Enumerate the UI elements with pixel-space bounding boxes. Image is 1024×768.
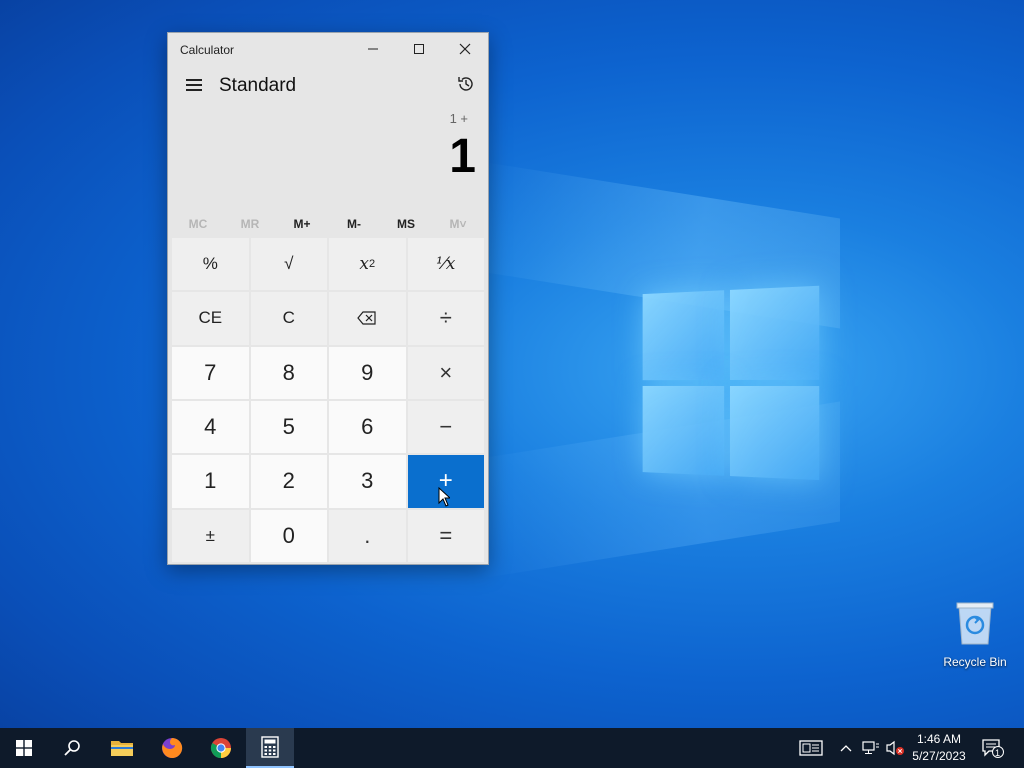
memory-store-button[interactable]: MS <box>380 211 432 237</box>
notifications-button[interactable]: 1 <box>978 728 1008 768</box>
digit-6-button[interactable]: 6 <box>329 400 406 454</box>
windows-start-icon <box>16 740 32 756</box>
folder-icon <box>111 741 133 756</box>
backspace-icon <box>357 311 376 326</box>
digit-3-button[interactable]: 3 <box>329 455 406 508</box>
calculator-icon <box>261 736 279 758</box>
maximize-button[interactable] <box>396 33 442 65</box>
history-button[interactable] <box>452 70 480 98</box>
clear-entry-button[interactable]: CE <box>172 292 249 345</box>
volume-button[interactable] <box>884 728 906 768</box>
digit-7-button[interactable]: 7 <box>172 346 249 399</box>
recycle-bin-label: Recycle Bin <box>943 655 1007 669</box>
minus-button[interactable]: − <box>407 400 484 454</box>
history-icon <box>458 77 473 91</box>
percent-button[interactable]: % <box>172 238 249 291</box>
volume-muted-icon <box>886 740 904 756</box>
show-hidden-icons-button[interactable] <box>836 728 856 768</box>
square-button[interactable]: x2 <box>329 238 406 291</box>
square-exponent: 2 <box>368 258 376 271</box>
decimal-button[interactable]: . <box>329 509 406 562</box>
digit-9-button[interactable]: 9 <box>329 346 406 399</box>
digit-2-button[interactable]: 2 <box>250 455 327 508</box>
digit-0-button[interactable]: 0 <box>250 509 327 562</box>
calculator-header: Standard <box>168 65 488 105</box>
file-explorer-button[interactable] <box>98 728 146 768</box>
search-icon <box>64 740 80 756</box>
close-button[interactable] <box>442 33 488 65</box>
multiply-button[interactable]: × <box>407 346 484 399</box>
result-display: 1 <box>449 130 476 183</box>
maximize-icon <box>414 44 424 54</box>
memory-clear-button[interactable]: MC <box>172 211 224 237</box>
digit-8-button[interactable]: 8 <box>250 346 327 399</box>
square-base: x <box>359 254 369 275</box>
memory-add-button[interactable]: M+ <box>276 211 328 237</box>
negate-button[interactable]: ± <box>172 509 249 562</box>
notification-count-badge: 1 <box>995 748 1001 758</box>
window-title: Calculator <box>180 43 235 57</box>
start-button[interactable] <box>0 728 48 768</box>
recycle-bin[interactable]: Recycle Bin <box>940 600 1010 669</box>
taskbar: 1:46 AM 5/27/2023 1 <box>0 728 1024 768</box>
clear-button[interactable]: C <box>250 292 327 345</box>
expression-display: 1 + <box>449 111 468 126</box>
chrome-button[interactable] <box>197 728 245 768</box>
firefox-icon <box>162 737 183 758</box>
windows-logo-wallpaper <box>642 285 824 485</box>
memory-row: MC MR M+ M- MS M˅ <box>172 211 484 237</box>
clock-date: 5/27/2023 <box>912 749 966 763</box>
divide-button[interactable]: ÷ <box>407 292 484 345</box>
network-icon <box>862 741 879 754</box>
reciprocal-button[interactable]: ¹⁄x <box>407 238 484 291</box>
calculator-taskbar-button[interactable] <box>246 728 294 768</box>
notification-icon <box>982 739 1004 758</box>
digit-5-button[interactable]: 5 <box>250 400 327 454</box>
clock-time: 1:46 AM <box>916 732 962 746</box>
backspace-button[interactable] <box>329 292 406 345</box>
news-icon <box>799 740 823 756</box>
chevron-up-icon <box>840 745 852 752</box>
minimize-button[interactable] <box>350 33 396 65</box>
chrome-icon <box>210 738 231 759</box>
network-button[interactable] <box>860 728 882 768</box>
news-widget-button[interactable] <box>795 728 827 768</box>
reciprocal-label: ¹⁄x <box>436 254 456 275</box>
memory-list-button[interactable]: M˅ <box>432 211 484 237</box>
navigation-menu-button[interactable] <box>178 71 210 99</box>
equals-button[interactable]: = <box>407 509 484 562</box>
close-icon <box>459 43 471 55</box>
memory-recall-button[interactable]: MR <box>224 211 276 237</box>
minimize-icon <box>368 48 378 50</box>
keypad: % √ x2 ¹⁄x CE C ÷ 7 8 9 × 4 5 6 − 1 2 3 … <box>172 238 484 562</box>
hamburger-icon <box>186 79 202 81</box>
calculator-window: Calculator Standard 1 + 1 MC MR M+ M- MS… <box>167 32 489 565</box>
recycle-bin-icon <box>956 602 994 645</box>
mode-title: Standard <box>219 75 297 96</box>
memory-subtract-button[interactable]: M- <box>328 211 380 237</box>
digit-4-button[interactable]: 4 <box>172 400 249 454</box>
title-bar[interactable]: Calculator <box>168 33 488 65</box>
square-root-button[interactable]: √ <box>250 238 327 291</box>
digit-1-button[interactable]: 1 <box>172 455 249 508</box>
plus-button[interactable]: + <box>407 455 484 508</box>
search-button[interactable] <box>48 728 96 768</box>
firefox-button[interactable] <box>148 728 196 768</box>
taskbar-clock[interactable]: 1:46 AM 5/27/2023 <box>906 731 972 765</box>
